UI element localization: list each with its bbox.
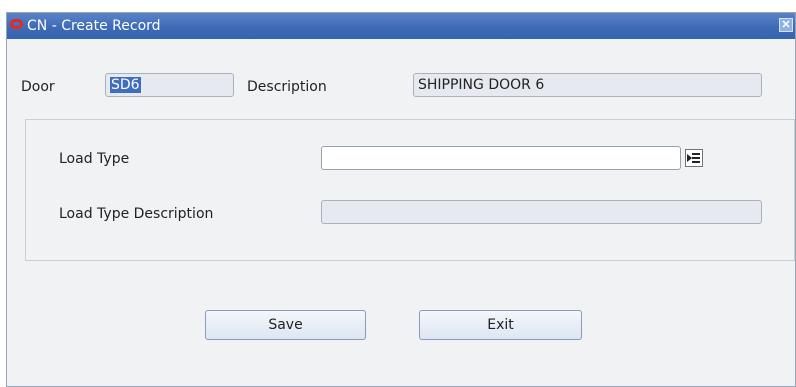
load-type-group bbox=[25, 119, 795, 261]
list-line-icon bbox=[692, 161, 700, 163]
exit-button[interactable]: Exit bbox=[419, 310, 582, 340]
save-button[interactable]: Save bbox=[205, 310, 366, 340]
door-field[interactable]: SD6 bbox=[105, 73, 234, 97]
load-type-input[interactable] bbox=[321, 146, 681, 170]
create-record-dialog: CN - Create Record ✕ Door SD6 Descriptio… bbox=[6, 12, 796, 387]
close-icon[interactable]: ✕ bbox=[779, 18, 793, 32]
oracle-logo-icon bbox=[10, 19, 23, 29]
list-line-icon bbox=[692, 157, 700, 159]
load-type-description-field bbox=[321, 200, 762, 224]
list-line-icon bbox=[692, 153, 700, 155]
description-label: Description bbox=[247, 79, 327, 95]
load-type-label: Load Type bbox=[59, 151, 130, 167]
title-bar: CN - Create Record ✕ bbox=[7, 13, 795, 39]
window-title: CN - Create Record bbox=[27, 18, 161, 34]
load-type-description-label: Load Type Description bbox=[59, 206, 214, 222]
door-label: Door bbox=[21, 79, 55, 95]
description-field: SHIPPING DOOR 6 bbox=[413, 73, 762, 97]
door-value: SD6 bbox=[110, 77, 141, 93]
list-of-values-icon[interactable] bbox=[685, 149, 703, 167]
